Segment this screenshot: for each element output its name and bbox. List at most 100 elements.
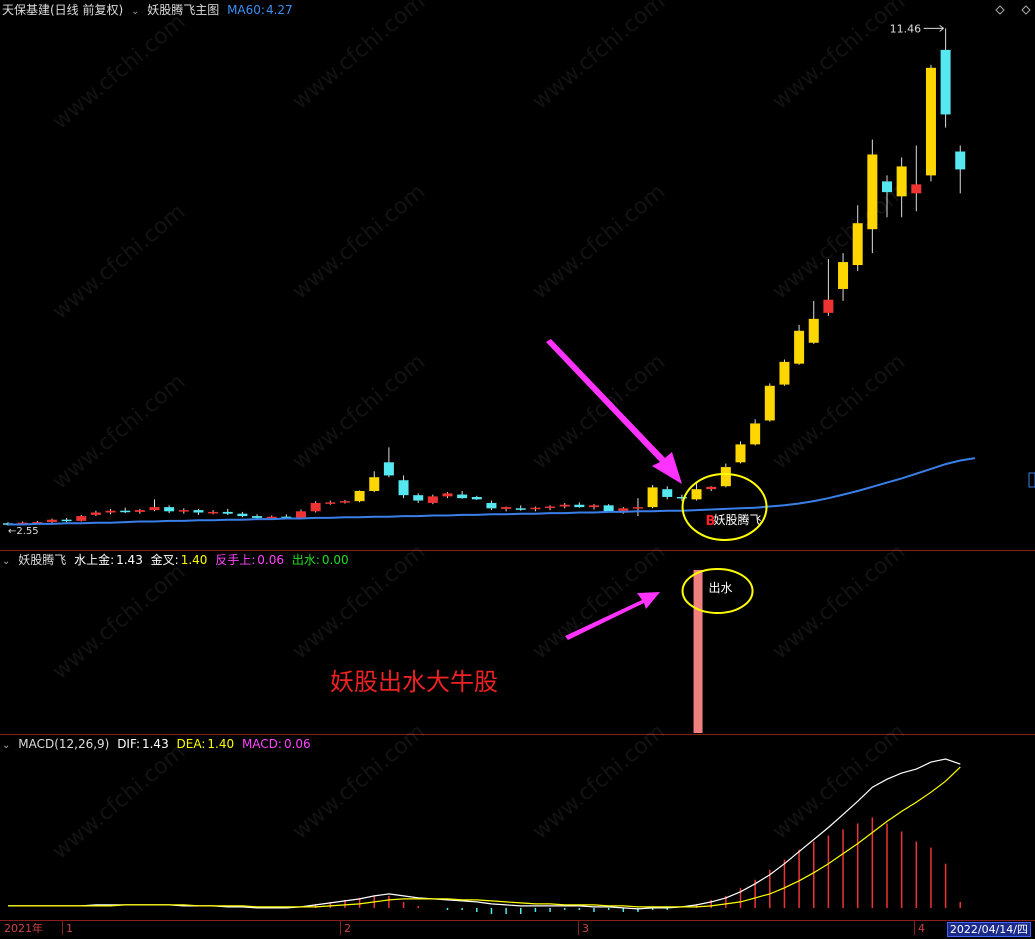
candle-body <box>676 496 687 499</box>
month-tick <box>340 921 341 935</box>
candle-body <box>310 502 321 512</box>
water-circle <box>681 568 754 614</box>
candle-body <box>632 507 643 509</box>
macd-title[interactable]: MACD(12,26,9) <box>18 737 109 751</box>
watermark-text: www.cfchi.com <box>48 369 190 494</box>
candle-body <box>896 166 907 197</box>
indicator-title[interactable]: 妖股腾飞主图 <box>147 3 219 17</box>
watermark-text: www.cfchi.com <box>288 349 430 474</box>
candle-body <box>266 516 277 519</box>
dif-value: 1.43 <box>141 737 169 751</box>
sub1-item-label: 水上金: <box>74 553 115 567</box>
candle-body <box>369 477 380 491</box>
sub1-item-value: 0.06 <box>257 553 285 567</box>
main-header: 天保基建(日线 前复权) ⌄ 妖股腾飞主图 MA60:4.27 <box>2 1 297 19</box>
candle-body <box>486 502 497 509</box>
sub1-title[interactable]: 妖股腾飞 <box>18 553 66 567</box>
month-label: 1 <box>66 922 73 935</box>
candle-body <box>852 223 863 266</box>
low-price-label: ←2.55 <box>8 526 39 537</box>
candle-body <box>750 423 761 445</box>
candle-body <box>413 495 424 501</box>
water-bar <box>693 570 703 733</box>
candle-body <box>296 511 306 519</box>
macd-label: MACD: <box>241 737 282 751</box>
month-tick <box>578 921 579 935</box>
candle-body <box>46 519 57 523</box>
macd-value: 0.06 <box>283 737 311 751</box>
candle-body <box>794 330 805 364</box>
candle-body <box>325 502 336 504</box>
macd-header: ⌄ MACD(12,26,9) DIF: 1.43 DEA: 1.40 MACD: 0… <box>2 735 315 753</box>
candle-body <box>882 181 892 193</box>
candle-body <box>515 508 526 510</box>
candle-body <box>559 504 570 507</box>
dea-line <box>8 766 961 908</box>
candle-body <box>252 516 263 518</box>
candle-body <box>706 486 717 490</box>
candle-body <box>647 487 658 508</box>
month-label: 4 <box>918 922 925 935</box>
watermark-text: www.cfchi.com <box>768 719 910 844</box>
diamond-icon <box>1021 5 1031 15</box>
candle-body <box>735 444 746 463</box>
sub1-item-label: 反手上: <box>215 553 256 567</box>
candle-body <box>442 493 453 497</box>
candle-body <box>164 507 175 512</box>
watermark-text: www.cfchi.com <box>768 0 910 115</box>
watermark-text: www.cfchi.com <box>528 0 670 115</box>
candle-body <box>120 510 131 513</box>
candle-body <box>193 510 204 513</box>
dea-label: DEA: <box>176 737 206 751</box>
candle-body <box>339 501 350 503</box>
candle-body <box>779 361 790 385</box>
dea-value: 1.40 <box>207 737 235 751</box>
chevron-down-icon[interactable]: ⌄ <box>131 6 139 17</box>
watermark-text: www.cfchi.com <box>48 559 190 684</box>
watermark-text: www.cfchi.com <box>528 179 670 304</box>
candle-body <box>940 49 951 115</box>
candle-body <box>925 67 936 176</box>
candle-body <box>90 512 101 515</box>
month-label: 2 <box>344 922 351 935</box>
watermark-text: www.cfchi.com <box>768 179 910 304</box>
high-price-label: 11.46 <box>890 22 922 35</box>
watermark-text: www.cfchi.com <box>48 739 190 864</box>
sub1-item-label: 出水: <box>291 553 320 567</box>
dif-line <box>8 758 961 910</box>
candle-body <box>867 154 878 230</box>
dif-label: DIF: <box>117 737 140 751</box>
water-text: 出水 <box>709 581 733 595</box>
watermark-text: www.cfchi.com <box>48 199 190 324</box>
candle-body <box>398 480 409 496</box>
candle-body <box>764 385 775 421</box>
candle-body <box>178 510 189 512</box>
price-scale-marker <box>1028 472 1035 488</box>
candle-body <box>17 522 28 525</box>
candle-body <box>720 467 731 487</box>
ma-value: 4.27 <box>265 3 293 17</box>
chevron-down-icon[interactable]: ⌄ <box>2 740 10 751</box>
stock-title[interactable]: 天保基建(日线 前复权) <box>2 3 123 17</box>
candle-body <box>383 462 394 476</box>
candle-body <box>281 516 292 519</box>
chevron-down-icon[interactable]: ⌄ <box>2 556 10 567</box>
sub1-header: ⌄ 妖股腾飞 水上金: 1.43 金叉: 1.40 反手上: 0.06 出水: 0.00 <box>2 551 353 569</box>
current-date[interactable]: 2022/04/14/四 <box>946 922 1031 937</box>
candle-body <box>530 507 541 510</box>
year-label: 2021年 <box>4 922 43 935</box>
watermark-text: www.cfchi.com <box>288 0 430 115</box>
candle-body <box>471 496 482 500</box>
candle-body <box>208 511 219 514</box>
candle-body <box>501 507 512 509</box>
candle-body <box>618 508 629 512</box>
watermark-text: www.cfchi.com <box>288 179 430 304</box>
sub1-item-value: 0.00 <box>321 553 349 567</box>
diamond-icon <box>995 5 1005 15</box>
candle-body <box>574 504 585 508</box>
arrow-icon <box>546 339 682 484</box>
month-tick <box>914 921 915 935</box>
candle-body <box>911 184 922 194</box>
time-axis: 2021年 1 2 3 4 2022/04/14/四 <box>0 921 1035 939</box>
watermark-text: www.cfchi.com <box>528 539 670 664</box>
